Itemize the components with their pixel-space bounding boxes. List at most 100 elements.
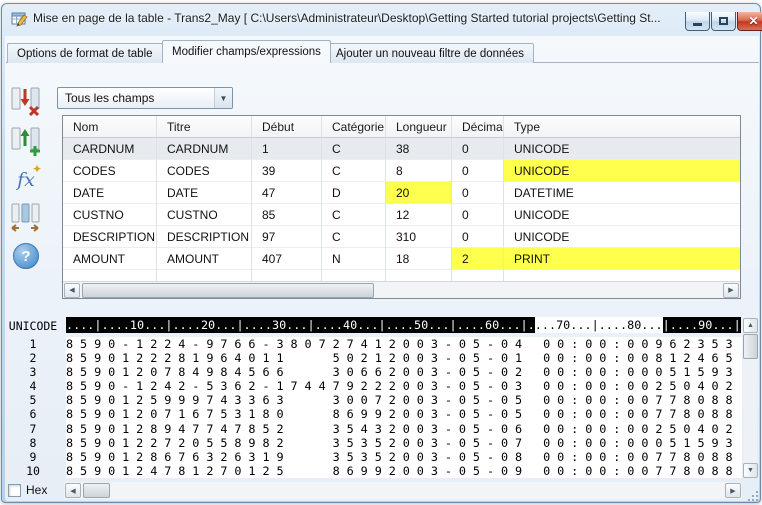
ruler-covered-segment[interactable]: |....90...| [663,317,741,333]
minimize-button[interactable] [685,12,710,31]
cell-debut[interactable]: 1 [252,138,322,160]
cell-debut[interactable]: 97 [252,226,322,248]
data-row[interactable]: 8590122720558982 35352003-05-07 00:00:00… [66,436,742,450]
scroll-right-button[interactable]: ▶ [723,283,739,298]
record-number: 7 [4,422,62,436]
fields-table-hscrollbar[interactable]: ◀ ▶ [63,281,740,298]
tab-table-format-options[interactable]: Options de format de table [7,43,163,63]
data-preview-hscrollbar[interactable]: ◀ ▶ [64,482,742,499]
remove-field-button[interactable] [10,86,42,118]
cell-decimales-highlighted[interactable]: 2 [452,248,504,270]
data-row[interactable]: 8590-1224-9766-380727412003-05-04 00:00:… [66,337,742,351]
cell-titre[interactable]: AMOUNT [157,248,252,270]
table-row-description[interactable]: DESCRIPTION DESCRIPTION 97 C 310 0 UNICO… [63,226,740,248]
column-header-titre[interactable]: Titre [157,116,252,138]
table-row-date[interactable]: DATE DATE 47 D 20 0 DATETIME [63,182,740,204]
cell-longueur[interactable]: 18 [386,248,452,270]
table-row-cardnum[interactable]: CARDNUM CARDNUM 1 C 38 0 UNICODE [63,138,740,160]
cell-titre[interactable]: CUSTNO [157,204,252,226]
cell-categorie[interactable]: C [322,204,386,226]
tab-edit-fields-expressions[interactable]: Modifier champs/expressions [162,40,331,63]
field-filter-combobox[interactable]: Tous les champs ▼ [57,87,233,109]
ruler-gap-segment[interactable]: ...70...|....80... [535,317,663,333]
cell-debut[interactable]: 39 [252,160,322,182]
column-header-longueur[interactable]: Longueur [386,116,452,138]
cell-nom[interactable]: CARDNUM [63,138,157,160]
ruler-covered-segment[interactable]: ....|....10...|....20...|....30...|....4… [66,317,535,333]
byte-ruler[interactable]: ....|....10...|....20...|....30...|....4… [66,317,742,333]
cell-type[interactable]: UNICODE [504,226,740,248]
data-row[interactable]: 8590-1242-5362-174479222003-05-03 00:00:… [66,379,742,393]
column-header-debut[interactable]: Début [252,116,322,138]
cell-type[interactable]: UNICODE [504,204,740,226]
hscroll-thumb[interactable] [83,483,110,498]
cell-categorie[interactable]: C [322,138,386,160]
cell-decimales[interactable]: 0 [452,182,504,204]
scroll-left-button[interactable]: ◀ [64,283,80,298]
data-row[interactable]: 8590120716753180 86992003-05-05 00:00:00… [66,407,742,421]
data-row[interactable]: 8590125999743363 30072003-05-05 00:00:00… [66,393,742,407]
add-field-button[interactable] [10,126,42,158]
cell-longueur[interactable]: 38 [386,138,452,160]
column-resize-button[interactable] [10,202,42,234]
cell-debut[interactable]: 85 [252,204,322,226]
column-header-type[interactable]: Type [504,116,740,138]
column-header-nom[interactable]: Nom [63,116,157,138]
cell-nom[interactable]: DESCRIPTION [63,226,157,248]
cell-categorie[interactable]: C [322,226,386,248]
cell-debut[interactable]: 47 [252,182,322,204]
restore-button[interactable] [711,12,736,31]
combobox-dropdown-button[interactable]: ▼ [214,88,232,108]
cell-titre[interactable]: CODES [157,160,252,182]
scroll-up-button[interactable]: ▲ [743,318,758,333]
scroll-down-button[interactable]: ▼ [743,463,758,478]
column-header-categorie[interactable]: Catégorie [322,116,386,138]
vscroll-thumb[interactable] [743,334,758,359]
cell-nom[interactable]: CUSTNO [63,204,157,226]
cell-type[interactable]: DATETIME [504,182,740,204]
title-bar[interactable]: Mise en page de la table - Trans2_May [ … [2,4,760,35]
cell-type[interactable]: UNICODE [504,138,740,160]
cell-longueur[interactable]: 12 [386,204,452,226]
data-row[interactable]: 8590122281964011 50212003-05-01 00:00:00… [66,351,742,365]
data-row[interactable]: 8590120784984566 30662003-05-02 00:00:00… [66,365,742,379]
cell-titre[interactable]: DATE [157,182,252,204]
tab-add-data-filter[interactable]: Ajouter un nouveau filtre de données [326,43,534,63]
cell-categorie[interactable]: D [322,182,386,204]
cell-decimales[interactable]: 0 [452,160,504,182]
edit-expression-button[interactable]: fx ✦ [10,164,42,196]
scroll-left-button[interactable]: ◀ [65,483,81,498]
hex-checkbox[interactable] [8,484,21,497]
column-header-decimales[interactable]: Décimales [452,116,504,138]
data-row[interactable]: 8590124781270125 86992003-05-09 00:00:00… [66,464,742,478]
cell-longueur[interactable]: 310 [386,226,452,248]
resize-grip[interactable] [746,489,758,501]
table-row-custno[interactable]: CUSTNO CUSTNO 85 C 12 0 UNICODE [63,204,740,226]
data-row[interactable]: 8590128947747852 35432003-05-06 00:00:00… [66,422,742,436]
cell-debut[interactable]: 407 [252,248,322,270]
cell-titre[interactable]: DESCRIPTION [157,226,252,248]
cell-nom[interactable]: DATE [63,182,157,204]
cell-nom[interactable]: CODES [63,160,157,182]
cell-longueur[interactable]: 8 [386,160,452,182]
edit-table-icon [11,11,28,27]
cell-type-highlighted[interactable]: PRINT [504,248,740,270]
table-row-codes[interactable]: CODES CODES 39 C 8 0 UNICODE [63,160,740,182]
cell-decimales[interactable]: 0 [452,138,504,160]
cell-longueur-highlighted[interactable]: 20 [386,182,452,204]
cell-type-highlighted[interactable]: UNICODE [504,160,740,182]
data-row[interactable]: 8590128676326319 35352003-05-08 00:00:00… [66,450,742,464]
hscroll-thumb[interactable] [82,283,374,298]
cell-categorie[interactable]: N [322,248,386,270]
cell-titre[interactable]: CARDNUM [157,138,252,160]
close-button[interactable]: ✕ [737,12,762,31]
table-row-amount[interactable]: AMOUNT AMOUNT 407 N 18 2 PRINT [63,248,740,270]
cell-decimales[interactable]: 0 [452,226,504,248]
data-preview-vscrollbar[interactable]: ▲ ▼ [743,318,758,478]
help-button[interactable]: ? [10,240,42,272]
cell-decimales[interactable]: 0 [452,204,504,226]
scroll-right-button[interactable]: ▶ [725,483,741,498]
column-resize-icon [11,203,41,233]
cell-categorie[interactable]: C [322,160,386,182]
cell-nom[interactable]: AMOUNT [63,248,157,270]
